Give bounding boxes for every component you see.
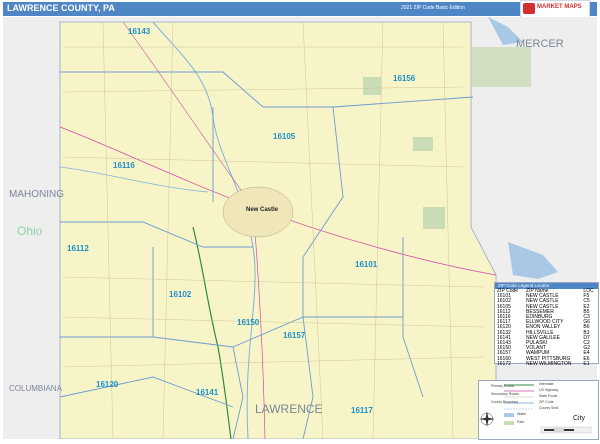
- park-area: [471, 47, 531, 87]
- map-svg: MERCER MAHONING Ohio COLUMBIANA LAWRENCE…: [9, 17, 564, 439]
- legend-row: 16172 NEW WILMINGTON E1: [495, 360, 598, 367]
- zip-label: 16101: [355, 260, 378, 269]
- zip-label: 16120: [96, 380, 119, 389]
- brand-mark-icon: [523, 3, 535, 14]
- key-item: State Route: [539, 394, 558, 398]
- state-label-ohio: Ohio: [17, 224, 43, 238]
- edition-label: 2021 ZIP Code Basic Edition: [401, 5, 465, 11]
- county-label-lawrence: LAWRENCE: [255, 402, 323, 416]
- legend-loc: E1: [583, 360, 590, 367]
- key-item: Interstate: [539, 382, 554, 386]
- compass-icon: [479, 411, 495, 427]
- title-bar: LAWRENCE COUNTY, PA 2021 ZIP Code Basic …: [3, 2, 597, 16]
- neighbor-label-columbiana: COLUMBIANA: [9, 384, 63, 393]
- zip-label: 16150: [237, 318, 260, 327]
- map-key: Interstate US Highway State Route ZIP Co…: [478, 380, 599, 440]
- scale-bar: [544, 428, 574, 432]
- zip-label: 16143: [128, 27, 151, 36]
- zip-legend: ZIP Code Legend Locator ZIP Code ZIP Nam…: [494, 282, 599, 367]
- legend-table: ZIP Code ZIP Name LOC 16101 NEW CASTLE F5 …: [495, 288, 598, 367]
- zip-label: 16112: [67, 244, 89, 253]
- key-item: Secondary Roads: [491, 392, 519, 396]
- zip-label: 16102: [169, 290, 192, 299]
- key-item: Water: [517, 412, 527, 416]
- map-frame: LAWRENCE COUNTY, PA 2021 ZIP Code Basic …: [0, 0, 600, 442]
- zip-label: 16157: [283, 331, 306, 340]
- key-item: Park: [517, 420, 525, 424]
- zip-label: 16141: [196, 388, 219, 397]
- park-area: [363, 77, 381, 95]
- key-item: County Seat: [539, 406, 559, 410]
- zip-label: 16116: [113, 161, 135, 170]
- key-item: County Boundary: [491, 400, 519, 404]
- legend-zip: 16172: [497, 360, 511, 367]
- park-area: [423, 207, 445, 229]
- zip-label: 16117: [351, 406, 373, 415]
- key-item: ZIP Code: [539, 400, 554, 404]
- zip-label: 16105: [273, 132, 296, 141]
- brand-logo: MARKET MAPS: [520, 0, 590, 18]
- park-area: [413, 137, 433, 151]
- neighbor-label-mahoning: MAHONING: [9, 189, 64, 200]
- city-label: New Castle: [246, 207, 279, 213]
- key-item: Primary Roads: [491, 384, 515, 388]
- zip-label: 16156: [393, 74, 416, 83]
- water-lake: [508, 242, 558, 279]
- key-city-label: City: [573, 415, 586, 422]
- brand-name: MARKET MAPS: [537, 4, 582, 10]
- map-title: LAWRENCE COUNTY, PA: [7, 3, 115, 13]
- map-canvas[interactable]: MERCER MAHONING Ohio COLUMBIANA LAWRENCE…: [3, 17, 597, 439]
- legend-name: NEW WILMINGTON: [526, 360, 572, 367]
- key-item: US Highway: [539, 388, 559, 392]
- neighbor-label-mercer: MERCER: [516, 38, 564, 50]
